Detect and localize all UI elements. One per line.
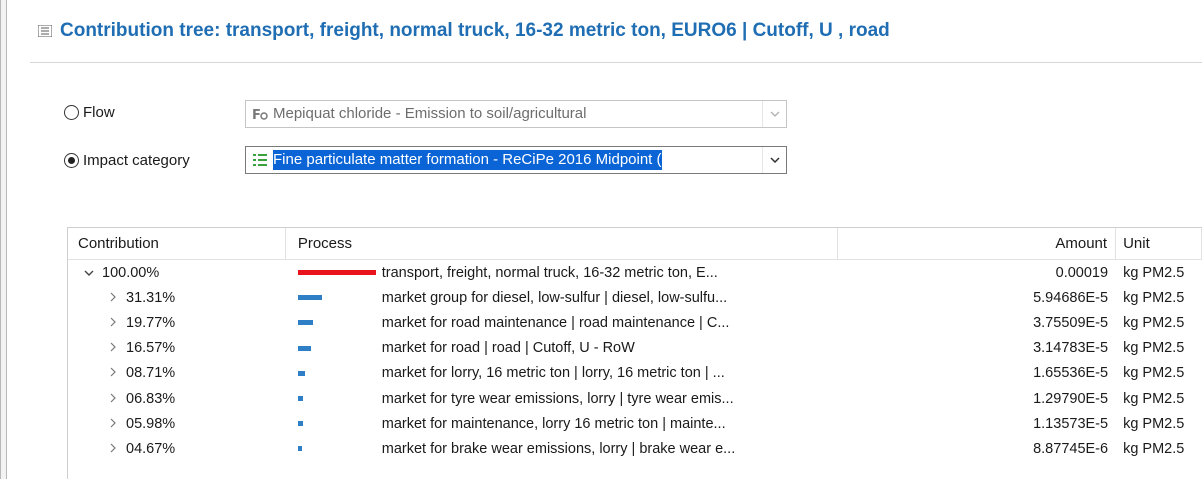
impact-category-icon xyxy=(253,154,267,166)
impact-category-radio[interactable]: Impact category xyxy=(64,152,190,169)
chevron-down-icon[interactable] xyxy=(762,101,786,127)
column-header-amount[interactable]: Amount xyxy=(838,228,1117,260)
contribution-cell: 100.00% xyxy=(68,265,286,281)
chevron-right-icon[interactable] xyxy=(106,365,120,381)
amount-value: 3.14783E-5 xyxy=(1033,340,1109,357)
table-header: Contribution Process Amount Unit xyxy=(68,228,1202,260)
unit-value: kg PM2.5 xyxy=(1123,415,1185,432)
contribution-cell: 04.67% xyxy=(68,441,286,457)
amount-value: 1.29790E-5 xyxy=(1033,390,1109,407)
contribution-bar xyxy=(297,320,313,326)
unit-value: kg PM2.5 xyxy=(1123,264,1185,281)
table-row[interactable]: 04.67% market for brake wear emissions, l… xyxy=(68,436,1202,461)
editor-left-border xyxy=(0,0,7,479)
contribution-bar-cell xyxy=(286,446,382,452)
contribution-value: 04.67% xyxy=(126,440,176,457)
contribution-bar-cell xyxy=(286,295,382,301)
amount-value: 5.94686E-5 xyxy=(1033,289,1109,306)
impact-category-select-value: Fine particulate matter formation - ReCi… xyxy=(273,150,662,170)
impact-category-radio-button[interactable] xyxy=(64,153,79,168)
column-header-process[interactable]: Process xyxy=(286,228,839,260)
chevron-right-icon[interactable] xyxy=(106,441,120,457)
contribution-value: 05.98% xyxy=(126,415,176,432)
header-divider xyxy=(30,62,1202,63)
contribution-value: 100.00% xyxy=(102,264,160,281)
flow-select[interactable]: F Mepiquat chloride - Emission to soil/a… xyxy=(245,100,787,128)
contribution-cell: 05.98% xyxy=(68,416,286,432)
table-row[interactable]: 31.31% market group for diesel, low-sulfu… xyxy=(68,285,1202,310)
contribution-value: 06.83% xyxy=(126,390,176,407)
process-name: market for brake wear emissions, lorry |… xyxy=(381,440,736,457)
flow-radio-label: Flow xyxy=(83,104,115,121)
contribution-bar-cell xyxy=(286,320,382,326)
amount-value: 0.00019 xyxy=(1055,264,1109,281)
process-name: market for maintenance, lorry 16 metric … xyxy=(381,415,726,432)
process-name: transport, freight, normal truck, 16-32 … xyxy=(381,264,718,281)
contribution-bar xyxy=(297,295,322,301)
process-name: market for road maintenance | road maint… xyxy=(381,314,730,331)
amount-value: 1.13573E-5 xyxy=(1033,415,1109,432)
unit-value: kg PM2.5 xyxy=(1123,390,1185,407)
process-name: market group for diesel, low-sulfur | di… xyxy=(381,289,728,306)
amount-value: 8.87745E-6 xyxy=(1033,440,1109,457)
flow-select-value: Mepiquat chloride - Emission to soil/agr… xyxy=(273,105,587,122)
flow-radio[interactable]: Flow xyxy=(64,104,115,121)
contribution-bar-cell xyxy=(286,345,382,351)
unit-value: kg PM2.5 xyxy=(1123,440,1185,457)
chevron-right-icon[interactable] xyxy=(106,315,120,331)
unit-value: kg PM2.5 xyxy=(1123,365,1185,382)
amount-value: 3.75509E-5 xyxy=(1033,314,1109,331)
contribution-value: 08.71% xyxy=(126,365,176,382)
contribution-cell: 19.77% xyxy=(68,315,286,331)
table-row[interactable]: 100.00% transport, freight, normal truck,… xyxy=(68,260,1202,285)
column-header-contribution[interactable]: Contribution xyxy=(68,228,286,260)
unit-value: kg PM2.5 xyxy=(1123,340,1185,357)
contribution-cell: 08.71% xyxy=(68,365,286,381)
chevron-right-icon[interactable] xyxy=(106,290,120,306)
contribution-bar xyxy=(297,446,302,452)
table-row[interactable]: 19.77% market for road maintenance | road… xyxy=(68,310,1202,335)
amount-value: 1.65536E-5 xyxy=(1033,365,1109,382)
contribution-bar xyxy=(297,421,303,427)
table-row[interactable]: 06.83% market for tyre wear emissions, lo… xyxy=(68,386,1202,411)
page-title: Contribution tree: transport, freight, n… xyxy=(60,20,890,41)
contribution-tree-table[interactable]: Contribution Process Amount Unit 100.00%… xyxy=(67,227,1202,479)
contribution-bar xyxy=(297,270,376,276)
contribution-value: 19.77% xyxy=(126,314,176,331)
process-name: market for tyre wear emissions, lorry | … xyxy=(381,390,734,407)
contribution-cell: 31.31% xyxy=(68,290,286,306)
table-row[interactable]: 16.57% market for road | road | Cutoff, U… xyxy=(68,336,1202,361)
table-row[interactable]: 05.98% market for maintenance, lorry 16 m… xyxy=(68,411,1202,436)
unit-value: kg PM2.5 xyxy=(1123,289,1185,306)
contribution-cell: 06.83% xyxy=(68,391,286,407)
impact-category-select[interactable]: Fine particulate matter formation - ReCi… xyxy=(245,146,787,174)
contribution-bar-cell xyxy=(286,421,382,427)
editor-header: Contribution tree: transport, freight, n… xyxy=(18,0,1202,62)
svg-text:F: F xyxy=(252,108,261,122)
chevron-down-icon[interactable] xyxy=(762,147,786,173)
column-header-unit[interactable]: Unit xyxy=(1116,228,1202,260)
chevron-right-icon[interactable] xyxy=(106,416,120,432)
contribution-bar xyxy=(297,396,303,402)
table-body: 100.00% transport, freight, normal truck,… xyxy=(68,260,1202,462)
process-name: market for lorry, 16 metric ton | lorry,… xyxy=(381,365,725,382)
contribution-value: 31.31% xyxy=(126,289,176,306)
contribution-bar-cell xyxy=(286,396,382,402)
contribution-value: 16.57% xyxy=(126,340,176,357)
flow-icon: F xyxy=(252,108,268,122)
contribution-bar-cell xyxy=(286,370,382,376)
table-row[interactable]: 08.71% market for lorry, 16 metric ton | … xyxy=(68,361,1202,386)
chevron-down-icon[interactable] xyxy=(82,265,96,281)
contribution-bar xyxy=(297,370,305,376)
chevron-right-icon[interactable] xyxy=(106,340,120,356)
process-name: market for road | road | Cutoff, U - RoW xyxy=(381,340,635,357)
contribution-bar xyxy=(297,345,311,351)
unit-value: kg PM2.5 xyxy=(1123,314,1185,331)
tree-view-icon xyxy=(38,25,52,37)
chevron-right-icon[interactable] xyxy=(106,391,120,407)
impact-category-radio-label: Impact category xyxy=(83,152,190,169)
contribution-cell: 16.57% xyxy=(68,340,286,356)
flow-radio-button[interactable] xyxy=(64,105,79,120)
contribution-bar-cell xyxy=(286,270,382,276)
